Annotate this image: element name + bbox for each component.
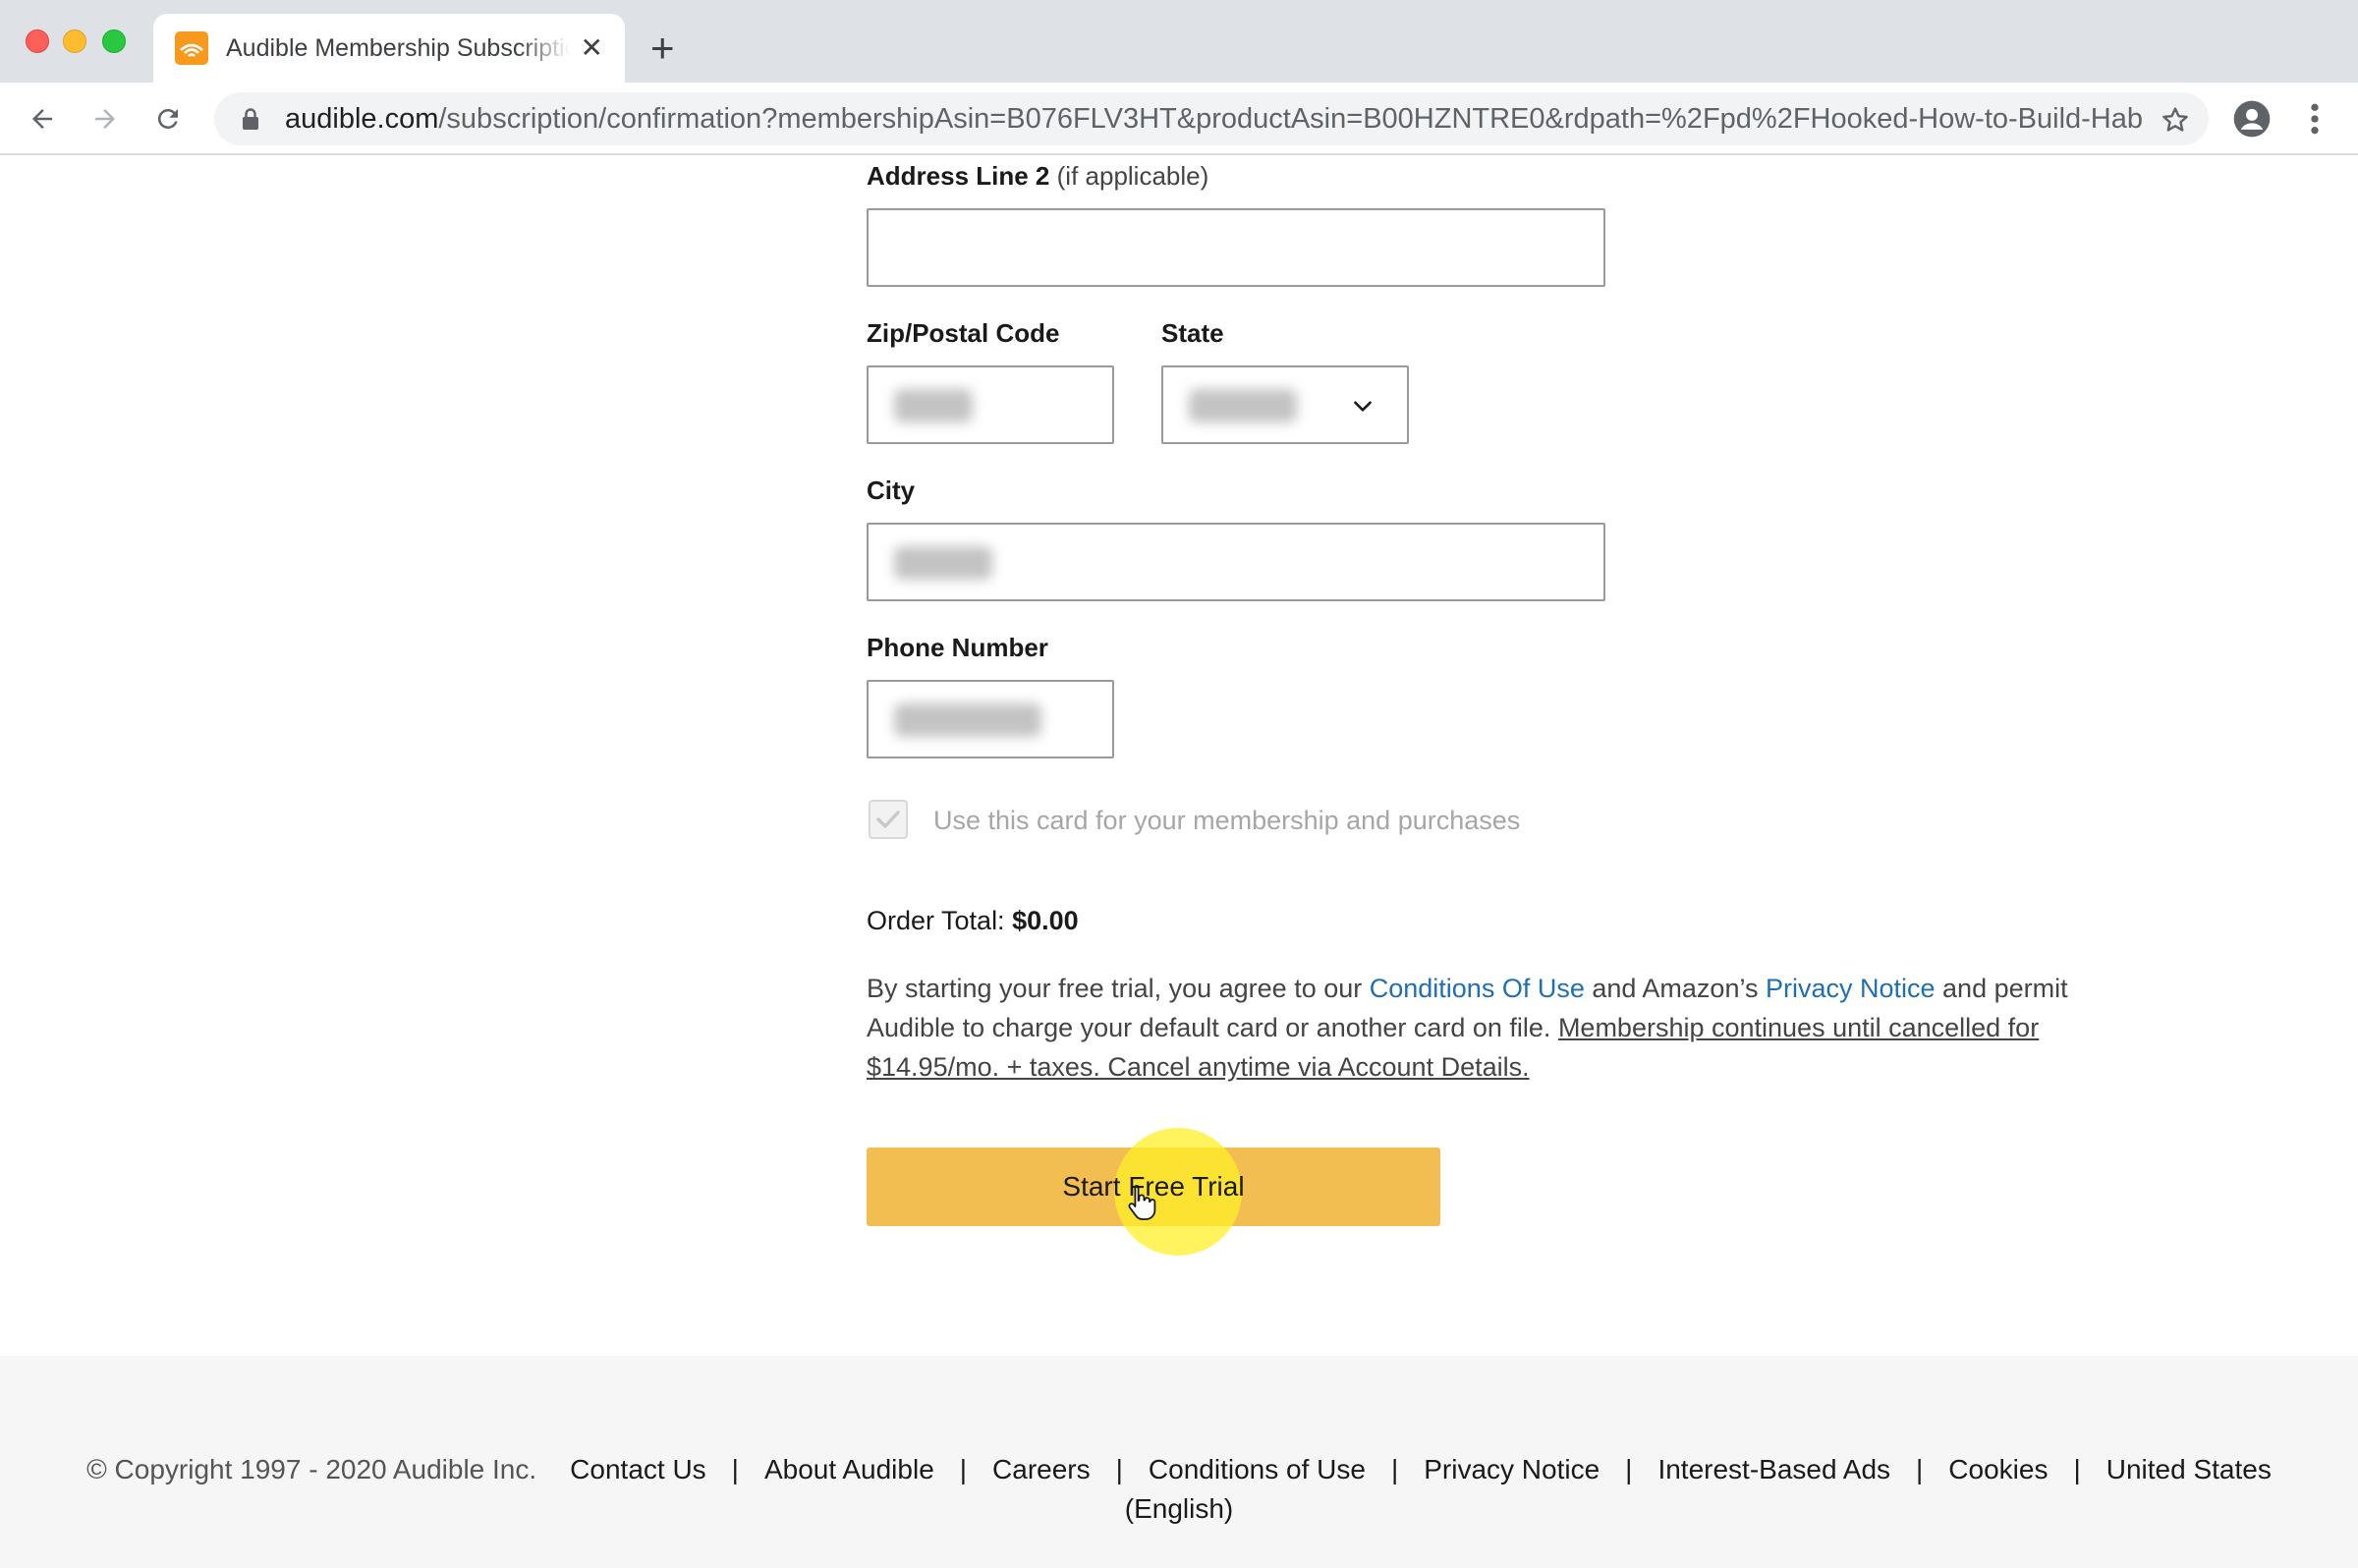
copyright-text: © Copyright 1997 - 2020 Audible Inc. — [86, 1454, 537, 1484]
address-line-2-input[interactable] — [867, 208, 1605, 287]
footer-locale-link[interactable]: (English) — [0, 1493, 2358, 1525]
use-card-label[interactable]: Use this card for your membership and pu… — [933, 806, 1520, 836]
footer-links: © Copyright 1997 - 2020 Audible Inc. Con… — [0, 1454, 2358, 1485]
browser-tab-active[interactable]: Audible Membership Subscription ✕ — [153, 14, 625, 83]
zip-label: Zip/Postal Code — [867, 318, 1060, 348]
lock-icon[interactable] — [236, 104, 265, 134]
audible-favicon — [175, 31, 208, 65]
footer-link-careers[interactable]: Careers — [992, 1454, 1091, 1485]
footer-link-united-states[interactable]: United States — [2106, 1454, 2272, 1485]
footer-link-privacy-notice[interactable]: Privacy Notice — [1424, 1454, 1600, 1485]
star-icon[interactable] — [2160, 104, 2191, 136]
privacy-notice-link[interactable]: Privacy Notice — [1766, 974, 1936, 1003]
new-tab-button[interactable]: + — [650, 28, 675, 69]
phone-input[interactable] — [867, 680, 1114, 758]
browser-tab-bar: Audible Membership Subscription ✕ + — [0, 0, 2358, 83]
redacted-state-value — [1189, 389, 1297, 422]
order-total: Order Total: $0.00 — [867, 906, 1079, 935]
footer-link-conditions-of-use[interactable]: Conditions of Use — [1149, 1454, 1366, 1485]
footer-separator: | — [1625, 1454, 1633, 1484]
window-zoom-button[interactable] — [102, 29, 126, 53]
state-label: State — [1161, 318, 1224, 348]
more-vert-icon[interactable] — [2303, 99, 2327, 139]
tab-close-icon[interactable]: ✕ — [581, 34, 603, 62]
url-text: audible.com/subscription/confirmation?me… — [285, 102, 2142, 135]
profile-icon[interactable] — [2232, 99, 2272, 139]
footer-separator: | — [731, 1454, 739, 1484]
chevron-down-icon — [1350, 393, 1376, 419]
checkmark-icon — [876, 811, 900, 828]
back-arrow-icon[interactable] — [24, 100, 61, 138]
browser-toolbar: audible.com/subscription/confirmation?me… — [0, 83, 2358, 155]
footer-separator: | — [2073, 1454, 2081, 1484]
order-total-value: $0.00 — [1012, 906, 1079, 935]
footer-link-contact-us[interactable]: Contact Us — [570, 1454, 706, 1485]
reload-icon[interactable] — [149, 100, 187, 138]
footer-link-about-audible[interactable]: About Audible — [764, 1454, 934, 1485]
city-input[interactable] — [867, 523, 1605, 601]
tab-title: Audible Membership Subscription — [226, 33, 570, 62]
start-free-trial-label: Start Free Trial — [1062, 1171, 1245, 1202]
city-label: City — [867, 476, 916, 505]
address-bar[interactable]: audible.com/subscription/confirmation?me… — [214, 92, 2209, 145]
address-line-2-label: Address Line 2 (if applicable) — [867, 161, 1209, 191]
legal-agreement-text: By starting your free trial, you agree t… — [867, 974, 2068, 1082]
state-select[interactable] — [1161, 365, 1409, 444]
redacted-zip-value — [894, 389, 973, 422]
checkout-content: Address Line 2 (if applicable) Zip/Posta… — [0, 157, 2358, 1356]
footer: © Copyright 1997 - 2020 Audible Inc. Con… — [0, 1356, 2358, 1568]
forward-arrow-icon[interactable] — [86, 100, 124, 138]
footer-separator: | — [959, 1454, 968, 1484]
footer-link-interest-based-ads[interactable]: Interest-Based Ads — [1657, 1454, 1890, 1485]
zip-input[interactable] — [867, 365, 1114, 444]
footer-separator: | — [1390, 1454, 1399, 1484]
conditions-of-use-link[interactable]: Conditions Of Use — [1370, 974, 1585, 1003]
phone-label: Phone Number — [867, 633, 1048, 662]
window-minimize-button[interactable] — [63, 29, 86, 53]
footer-separator: | — [1115, 1454, 1123, 1484]
use-card-checkbox[interactable] — [869, 800, 908, 839]
window-close-button[interactable] — [26, 29, 49, 53]
redacted-phone-value — [894, 703, 1041, 737]
footer-separator: | — [1916, 1454, 1924, 1484]
footer-link-cookies[interactable]: Cookies — [1948, 1454, 2048, 1485]
redacted-city-value — [894, 546, 992, 580]
